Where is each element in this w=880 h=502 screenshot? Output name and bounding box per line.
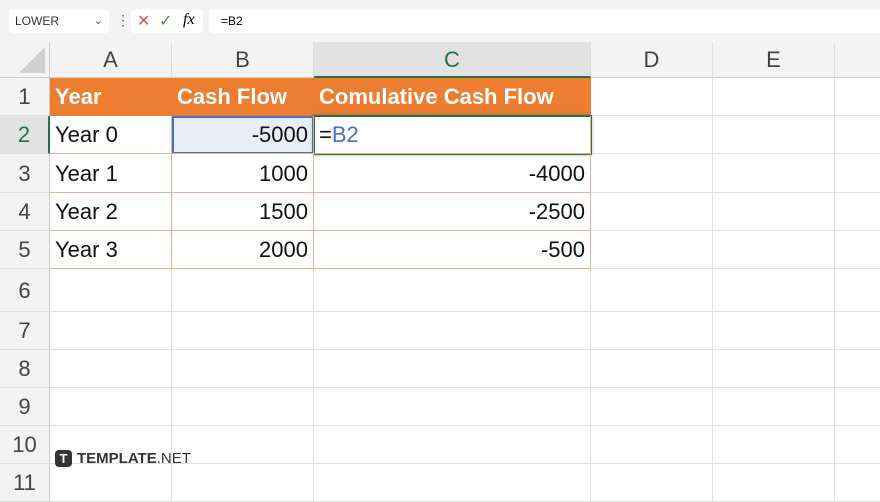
empty-cell[interactable] — [591, 269, 713, 312]
empty-cell[interactable] — [314, 426, 591, 464]
empty-cell[interactable] — [713, 116, 835, 154]
empty-cell[interactable] — [50, 388, 172, 426]
cell-cash-flow[interactable]: 1500 — [172, 193, 314, 231]
empty-cell[interactable] — [713, 388, 835, 426]
row-header-2[interactable]: 2 — [0, 116, 50, 154]
column-header-b[interactable]: B — [172, 42, 314, 78]
empty-cell[interactable] — [835, 350, 880, 388]
formula-reference: B2 — [331, 122, 359, 147]
row-header-9[interactable]: 9 — [0, 388, 50, 426]
empty-cell[interactable] — [713, 78, 835, 116]
name-box[interactable]: LOWER ⌄ — [9, 9, 109, 33]
empty-cell[interactable] — [591, 78, 713, 116]
empty-cell[interactable] — [50, 350, 172, 388]
empty-cell[interactable] — [50, 464, 172, 502]
cell-cumulative[interactable]: -4000 — [314, 154, 591, 193]
formula-toolbar: LOWER ⌄ ⋮ ✕ ✓ fx =B2 — [0, 0, 880, 42]
empty-cell[interactable] — [172, 312, 314, 350]
empty-cell[interactable] — [713, 269, 835, 312]
empty-cell[interactable] — [591, 312, 713, 350]
fx-icon[interactable]: fx — [183, 11, 195, 29]
empty-cell[interactable] — [835, 269, 880, 312]
empty-cell[interactable] — [835, 312, 880, 350]
empty-cell[interactable] — [713, 464, 835, 502]
empty-cell[interactable] — [835, 78, 880, 116]
cell-cash-flow[interactable]: -5000 — [172, 116, 314, 154]
enter-icon[interactable]: ✓ — [159, 11, 172, 31]
empty-cell[interactable] — [172, 388, 314, 426]
empty-cell[interactable] — [835, 426, 880, 464]
row-header-5[interactable]: 5 — [0, 231, 50, 269]
name-box-value: LOWER — [15, 14, 60, 28]
cell-cumulative[interactable]: =B2 — [314, 116, 591, 154]
empty-cell[interactable] — [591, 464, 713, 502]
empty-cell[interactable] — [591, 116, 713, 154]
empty-cell[interactable] — [713, 350, 835, 388]
cell-year[interactable]: Year 2 — [50, 193, 172, 231]
column-header-d[interactable]: D — [591, 42, 713, 78]
cell-cash-flow[interactable]: 1000 — [172, 154, 314, 193]
row-header-8[interactable]: 8 — [0, 350, 50, 388]
empty-cell[interactable] — [591, 154, 713, 193]
header-cash-flow[interactable]: Cash Flow — [172, 78, 314, 116]
more-icon[interactable]: ⋮ — [116, 12, 130, 29]
row-header-11[interactable]: 11 — [0, 464, 50, 502]
cell-year[interactable]: Year 0 — [50, 116, 172, 154]
column-header-c[interactable]: C — [314, 42, 591, 78]
empty-cell[interactable] — [591, 231, 713, 269]
logo-icon: T — [55, 450, 72, 467]
empty-cell[interactable] — [591, 388, 713, 426]
cell-year[interactable]: Year 1 — [50, 154, 172, 193]
empty-cell[interactable] — [172, 350, 314, 388]
empty-cell[interactable] — [172, 426, 314, 464]
row-header-6[interactable]: 6 — [0, 269, 50, 312]
row-header-7[interactable]: 7 — [0, 312, 50, 350]
select-all-button[interactable] — [0, 42, 50, 78]
empty-cell[interactable] — [835, 154, 880, 193]
cell-cumulative[interactable]: -500 — [314, 231, 591, 269]
empty-cell[interactable] — [314, 464, 591, 502]
empty-cell[interactable] — [172, 269, 314, 312]
empty-cell[interactable] — [713, 193, 835, 231]
row-header-10[interactable]: 10 — [0, 426, 50, 464]
empty-cell[interactable] — [314, 388, 591, 426]
empty-cell[interactable] — [835, 388, 880, 426]
formula-equals: = — [319, 122, 332, 147]
empty-cell[interactable] — [314, 312, 591, 350]
column-header-a[interactable]: A — [50, 42, 172, 78]
row-header-1[interactable]: 1 — [0, 78, 50, 116]
empty-cell[interactable] — [314, 269, 591, 312]
cancel-icon[interactable]: ✕ — [137, 11, 150, 31]
empty-cell[interactable] — [50, 312, 172, 350]
header-cumulative[interactable]: Comulative Cash Flow — [314, 78, 591, 116]
empty-cell[interactable] — [713, 426, 835, 464]
empty-cell[interactable] — [591, 193, 713, 231]
empty-cell[interactable] — [835, 464, 880, 502]
empty-cell[interactable] — [172, 464, 314, 502]
column-header-e[interactable]: E — [713, 42, 835, 78]
empty-cell[interactable] — [713, 154, 835, 193]
column-header-f[interactable] — [835, 42, 880, 78]
cell-cumulative[interactable]: -2500 — [314, 193, 591, 231]
cell-year[interactable]: Year 3 — [50, 231, 172, 269]
logo-suffix: .NET — [156, 450, 191, 467]
empty-cell[interactable] — [835, 231, 880, 269]
formula-buttons: ✕ ✓ fx — [131, 9, 203, 33]
empty-cell[interactable] — [591, 426, 713, 464]
formula-bar[interactable]: =B2 — [209, 9, 880, 33]
chevron-down-icon[interactable]: ⌄ — [94, 9, 103, 33]
empty-cell[interactable] — [314, 350, 591, 388]
empty-cell[interactable] — [835, 116, 880, 154]
empty-cell[interactable] — [713, 231, 835, 269]
header-year[interactable]: Year — [50, 78, 172, 116]
row-header-3[interactable]: 3 — [0, 154, 50, 193]
row-header-4[interactable]: 4 — [0, 193, 50, 231]
empty-cell[interactable] — [835, 193, 880, 231]
template-net-logo: T TEMPLATE .NET — [55, 450, 191, 467]
logo-brand: TEMPLATE — [77, 450, 157, 467]
empty-cell[interactable] — [50, 269, 172, 312]
cell-cash-flow[interactable]: 2000 — [172, 231, 314, 269]
empty-cell[interactable] — [591, 350, 713, 388]
empty-cell[interactable] — [713, 312, 835, 350]
